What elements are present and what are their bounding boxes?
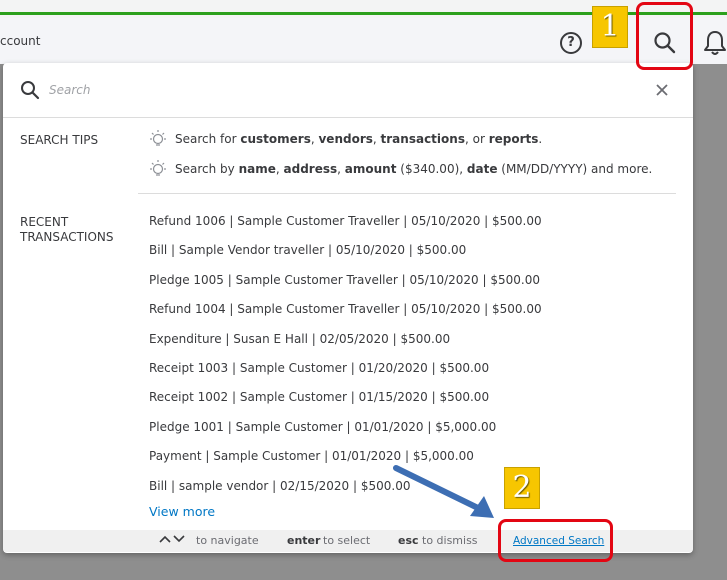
bell-icon — [704, 31, 726, 55]
search-bar — [3, 63, 693, 118]
help-icon: ? — [567, 35, 575, 50]
transaction-item[interactable]: Bill | Sample Vendor traveller | 05/10/2… — [149, 236, 542, 265]
esc-key: esc — [398, 534, 419, 547]
search-icon — [21, 81, 40, 100]
transaction-item[interactable]: Refund 1004 | Sample Customer Traveller … — [149, 295, 542, 324]
transaction-item[interactable]: Pledge 1005 | Sample Customer Traveller … — [149, 266, 542, 295]
callout-box-2 — [498, 519, 613, 562]
navigate-keys — [158, 532, 186, 545]
lightbulb-icon — [150, 130, 166, 146]
close-icon[interactable] — [653, 81, 671, 99]
search-panel: SEARCH TIPS Search for customers, vendor… — [3, 63, 693, 553]
transaction-item[interactable]: Pledge 1001 | Sample Customer | 01/01/20… — [149, 413, 542, 442]
page-title: ccount — [0, 34, 41, 48]
notifications-button[interactable] — [703, 28, 727, 58]
enter-key: enter — [287, 534, 321, 547]
search-input[interactable] — [49, 78, 609, 102]
help-button[interactable]: ? — [560, 32, 582, 54]
section-divider — [138, 193, 676, 194]
transaction-item[interactable]: Receipt 1002 | Sample Customer | 01/15/2… — [149, 383, 542, 412]
tip-text: Search for customers, vendors, transacti… — [175, 132, 543, 146]
chevron-down-icon — [173, 535, 185, 543]
tip-text: Search by name, address, amount ($340.00… — [175, 162, 653, 176]
callout-arrow — [393, 465, 494, 518]
dismiss-hint: to dismiss — [422, 534, 478, 547]
transaction-item[interactable]: Receipt 1003 | Sample Customer | 01/20/2… — [149, 354, 542, 383]
callout-badge-1: 1 — [592, 6, 628, 48]
select-hint: to select — [323, 534, 371, 547]
transaction-item[interactable]: Expenditure | Susan E Hall | 02/05/2020 … — [149, 325, 542, 354]
lightbulb-icon — [150, 160, 166, 176]
chevron-up-icon — [159, 535, 171, 543]
recent-transactions-label: RECENT TRANSACTIONS — [20, 215, 114, 244]
callout-box-1 — [636, 2, 693, 70]
view-more-link[interactable]: View more — [149, 504, 215, 519]
navigate-hint: to navigate — [196, 534, 259, 547]
transaction-item[interactable]: Refund 1006 | Sample Customer Traveller … — [149, 207, 542, 236]
recent-transactions-list: Refund 1006 | Sample Customer Traveller … — [149, 207, 542, 501]
search-tips-label: SEARCH TIPS — [20, 133, 99, 147]
